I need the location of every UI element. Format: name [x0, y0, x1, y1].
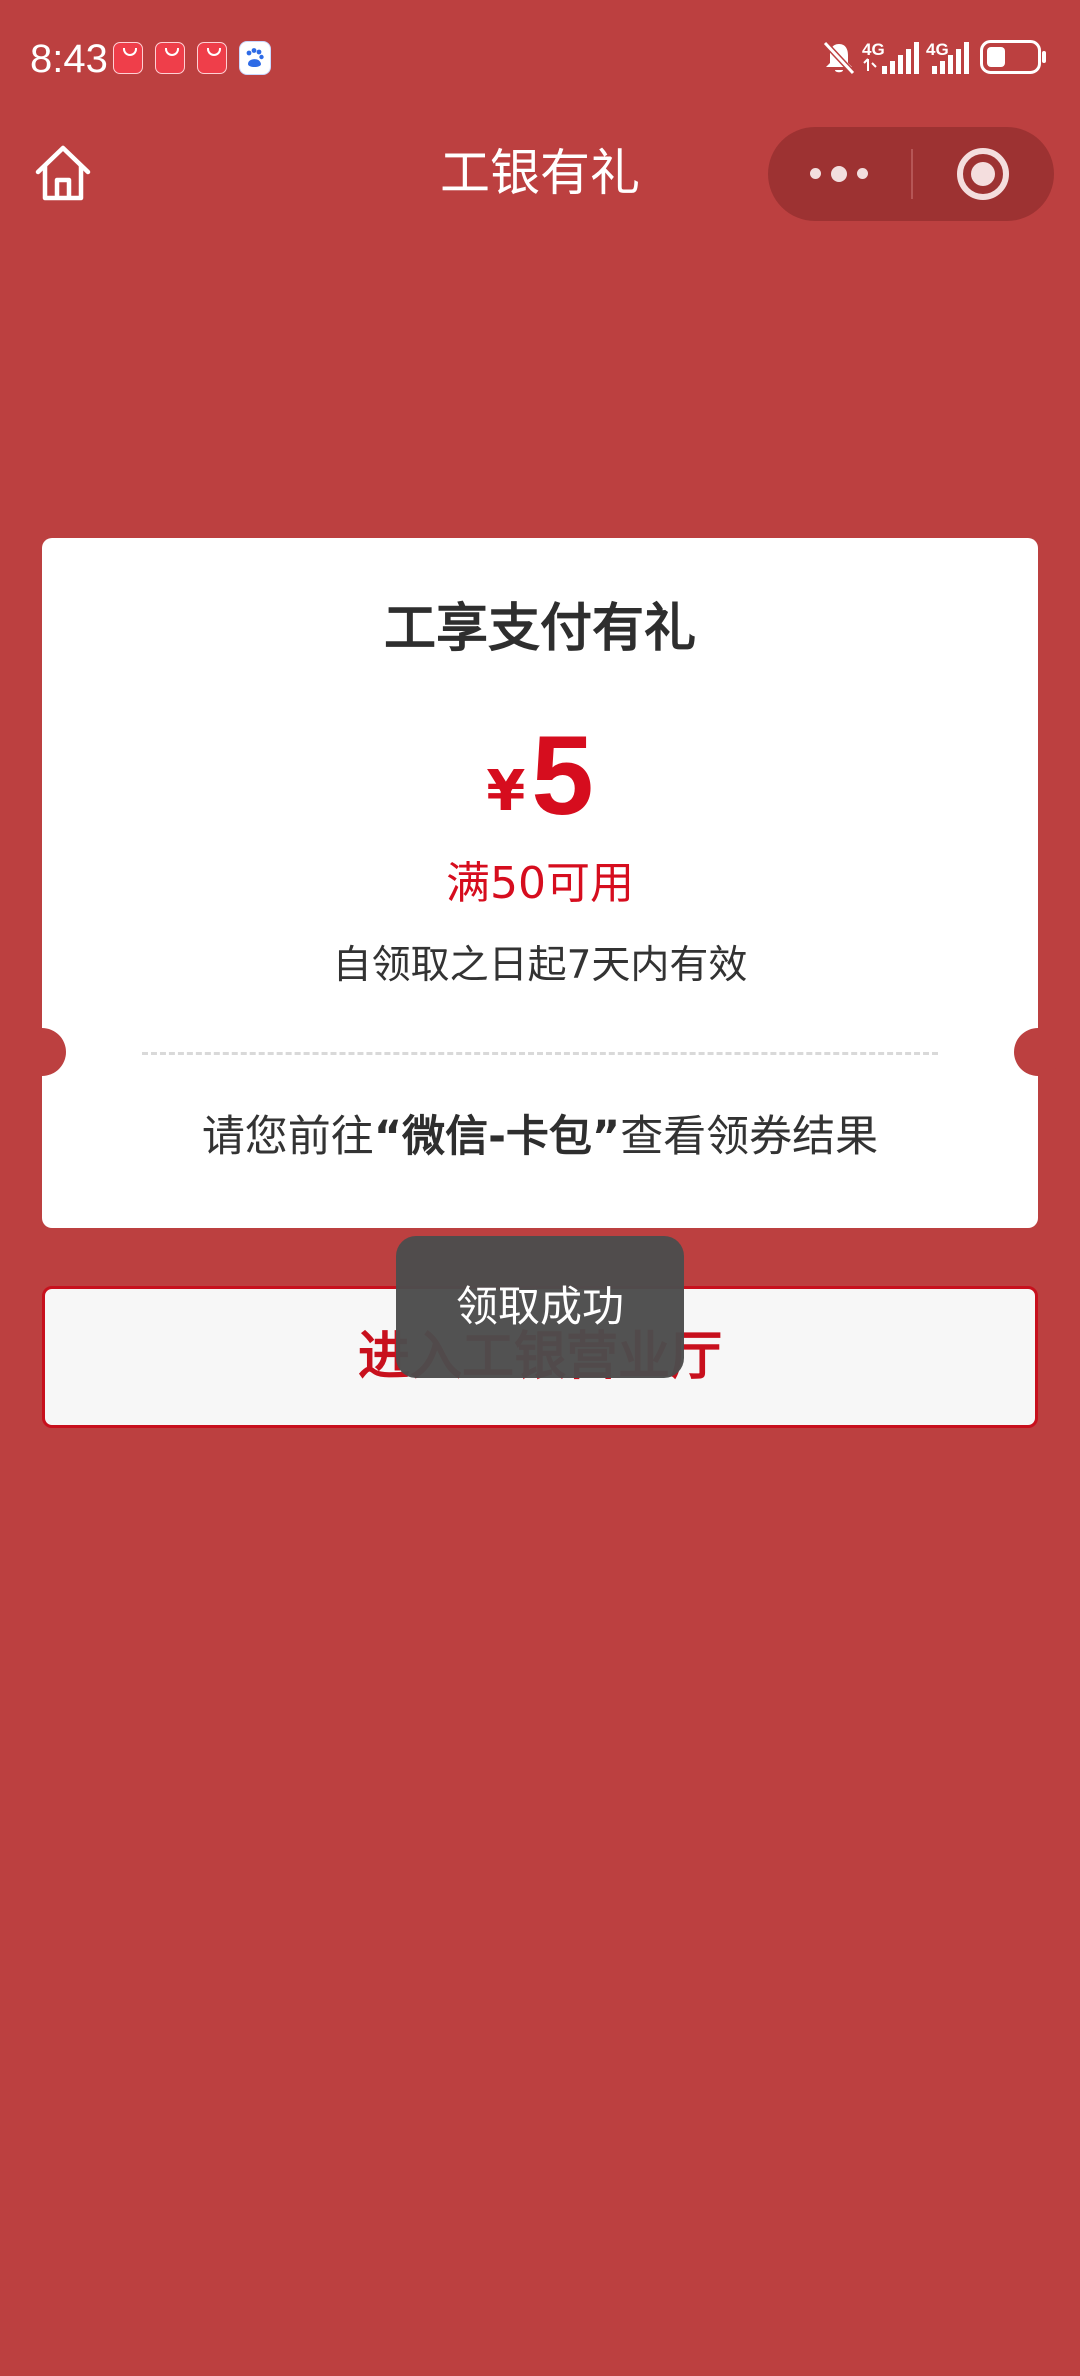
close-button[interactable]: [912, 127, 1054, 221]
baidu-icon: [239, 41, 271, 75]
coupon-card: 工享支付有礼 ¥5 满50可用 自领取之日起7天内有效 请您前往“微信-卡包”查…: [18, 538, 1062, 1228]
bell-off-icon: [822, 40, 856, 76]
coupon-amount: ¥5: [42, 716, 1038, 836]
app-notification-icon: [155, 42, 185, 74]
currency-symbol: ¥: [486, 759, 526, 824]
hint-prefix: 请您前往: [201, 1112, 374, 1162]
coupon-title: 工享支付有礼: [383, 599, 696, 659]
mini-program-capsule: [768, 127, 1054, 221]
signal-icon: [932, 42, 969, 74]
hint-highlight: “微信-卡包”: [373, 1112, 621, 1162]
status-bar: 8:43 4G 4G: [0, 0, 1080, 110]
more-button[interactable]: [768, 127, 910, 221]
success-toast: 领取成功: [396, 1236, 684, 1378]
app-notification-icon: [113, 42, 143, 74]
nav-bar: 工银有礼: [0, 120, 1080, 228]
battery-icon: [980, 40, 1046, 74]
status-time: 8:43: [30, 37, 108, 81]
coupon-hint: 请您前往“微信-卡包”查看领券结果: [42, 1106, 1038, 1168]
hint-suffix: 查看领券结果: [620, 1112, 879, 1162]
app-notification-icon: [197, 42, 227, 74]
ticket-notch: [1014, 1028, 1062, 1076]
ticket-notch: [18, 1028, 66, 1076]
amount-value: 5: [531, 713, 594, 838]
signal-icon: [863, 42, 919, 74]
dashed-divider: [142, 1052, 938, 1055]
coupon-validity: 自领取之日起7天内有效: [332, 943, 748, 988]
coupon-condition: 满50可用: [446, 858, 634, 909]
